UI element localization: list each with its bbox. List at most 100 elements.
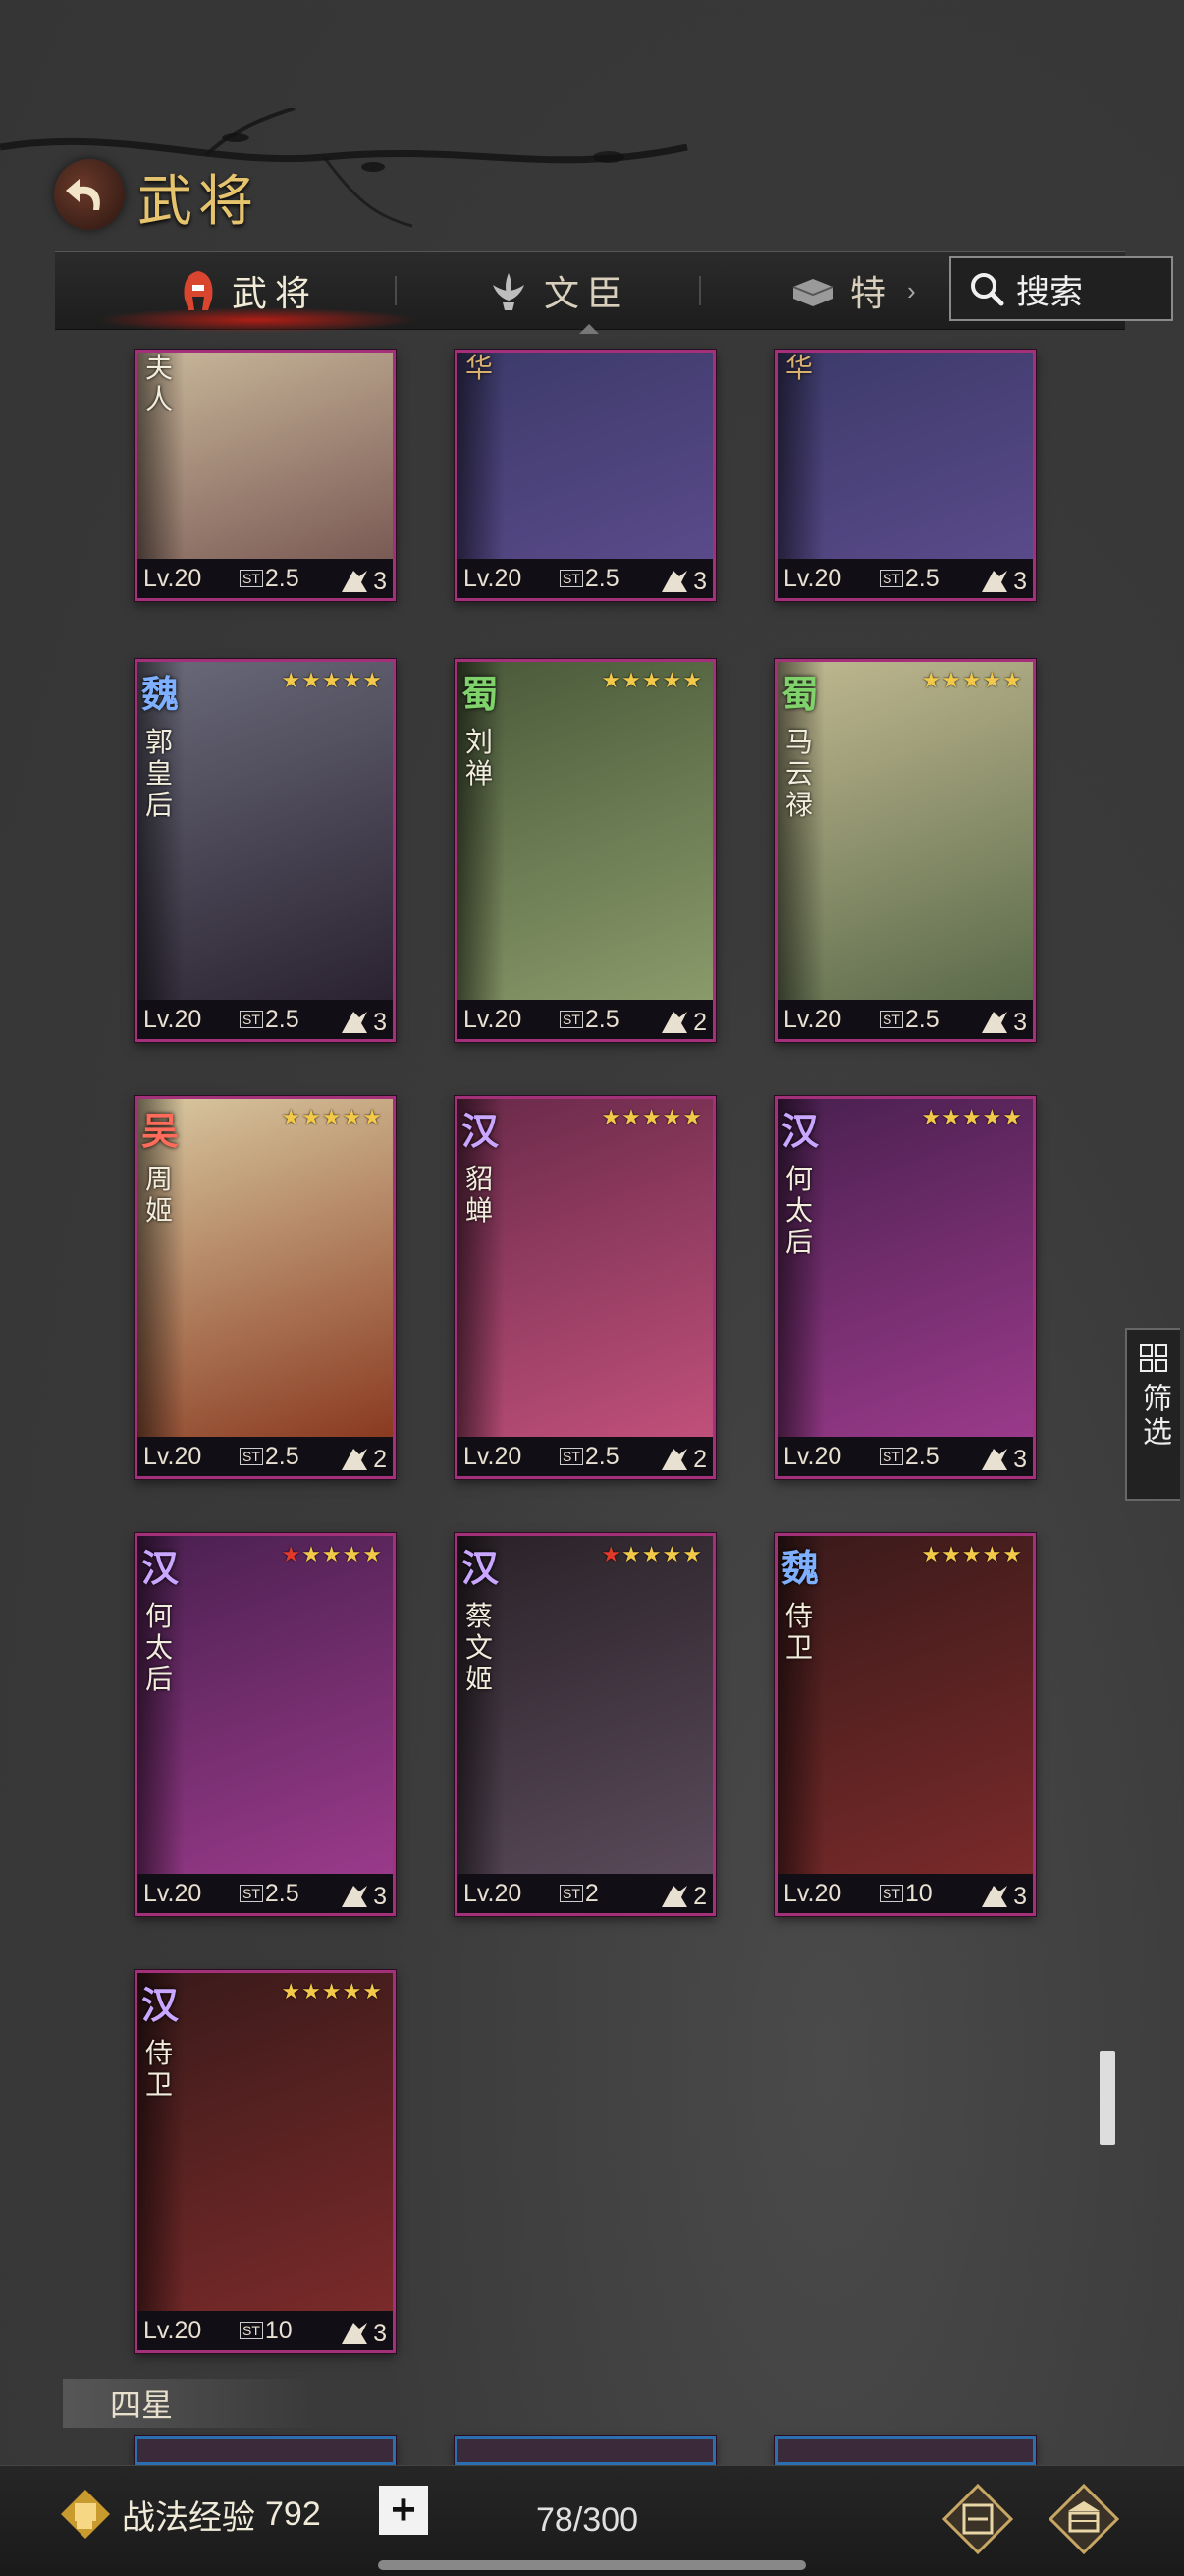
star-icon: ★ [301,668,322,692]
card-stats-bar: Lv.20 ST 2.5 3 [778,1000,1033,1039]
tab-label: 文臣 [544,273,631,313]
troop-count: 2 [693,1883,707,1910]
level-label: Lv.20 [783,1879,842,1907]
star-icon: ★ [281,1105,302,1129]
tactic-experience: 战法经验 792 [59,2488,321,2541]
general-card[interactable]: 蜀马云禄 ★★★★★ Lv.20 ST 2.5 3 [775,659,1036,1042]
faction-badge: 汉 [141,1546,180,1590]
star-icon: ★ [942,1105,962,1129]
general-name: 貂蝉 [465,1164,494,1226]
xp-value: 792 [265,2494,321,2533]
star-icon: ★ [362,1105,383,1129]
star-icon: ★ [961,1105,983,1129]
xp-label: 战法经验 [122,2498,255,2537]
star-icon: ★ [281,1979,302,2003]
general-card[interactable]: 蜀刘禅 ★★★★★ Lv.20 ST 2.5 2 [455,659,716,1042]
tab-generals[interactable]: 武将 [179,252,318,329]
faction-badge: 魏 [781,1546,820,1590]
general-card-peek[interactable] [775,2436,1036,2465]
troop-type-icon [342,571,368,592]
section-label: 四星 [110,2387,174,2423]
filter-button[interactable]: 筛选 [1125,1328,1180,1501]
troop-type-icon [342,1886,368,1907]
star-icon: ★ [982,1542,1003,1566]
tab-label: 特 [850,273,894,313]
cost-icon: ST [240,1885,263,1902]
star-icon: ★ [1002,668,1023,692]
chevron-right-icon[interactable]: › [907,276,916,306]
cost-icon: ST [240,570,263,587]
star-icon: ★ [301,1979,322,2003]
general-name: 马云禄 [785,727,814,820]
star-icon: ★ [301,1542,322,1566]
warehouse-icon[interactable] [1047,2482,1121,2556]
cost-icon: ST [240,1011,263,1028]
general-card[interactable]: 魏郭皇后 ★★★★★ Lv.20 ST 2.5 3 [135,659,396,1042]
star-icon: ★ [662,1542,683,1566]
faction-badge: 汉 [141,1983,180,2027]
general-card[interactable]: 华 Lv.20 ST 2.5 3 [775,350,1036,601]
cost-icon: ST [560,1448,583,1465]
star-icon: ★ [342,668,363,692]
star-icon: ★ [601,668,622,692]
troop-type: 3 [978,1882,1027,1911]
general-card[interactable]: 华 Lv.20 ST 2.5 3 [455,350,716,601]
card-stats-bar: Lv.20 ST 10 3 [778,1874,1033,1913]
search-icon [971,273,1004,306]
star-icon: ★ [961,1542,983,1566]
general-card[interactable]: 吴周姬 ★★★★★ Lv.20 ST 2.5 2 [135,1096,396,1479]
scrollbar-thumb[interactable] [1100,2051,1115,2145]
star-rating: ★★★★★ [281,1105,383,1130]
tab-ministers[interactable]: 文臣 [487,252,630,329]
card-stats-bar: Lv.20 ST 2.5 3 [137,1000,393,1039]
troop-type-icon [982,1886,1008,1907]
star-icon: ★ [921,1542,942,1566]
troop-type: 2 [658,1882,707,1911]
search-label: 搜索 [1016,273,1083,311]
star-rating: ★★★★★ [601,1542,703,1567]
star-rating: ★★★★★ [921,1105,1023,1130]
level-label: Lv.20 [143,1879,202,1907]
star-icon: ★ [621,1542,642,1566]
general-card[interactable]: 夫人 Lv.20 ST 2.5 3 [135,350,396,601]
back-arrow-icon [66,179,100,210]
faction-badge: 蜀 [781,672,820,716]
general-card[interactable]: 汉貂蝉 ★★★★★ Lv.20 ST 2.5 2 [455,1096,716,1479]
back-button[interactable] [54,159,125,230]
general-name: 何太后 [145,1601,174,1694]
star-icon: ★ [982,668,1003,692]
star-icon: ★ [362,1979,383,2003]
star-icon: ★ [961,668,983,692]
cost-number: 2.5 [584,1005,619,1033]
search-button[interactable]: 搜索 [949,256,1173,321]
cost-number: 2.5 [904,1442,940,1470]
troop-type: 3 [338,2319,387,2348]
star-icon: ★ [641,668,663,692]
level-label: Lv.20 [143,2316,202,2344]
star-rating: ★★★★★ [281,1542,383,1567]
general-card[interactable]: 魏侍卫 ★★★★★ Lv.20 ST 10 3 [775,1533,1036,1916]
add-xp-button[interactable]: + [379,2486,428,2535]
star-rating: ★★★★★ [601,1105,703,1130]
troop-count: 3 [373,1883,387,1910]
cost-icon: ST [880,570,903,587]
general-card[interactable]: 汉侍卫 ★★★★★ Lv.20 ST 10 3 [135,1970,396,2353]
card-swap-icon[interactable] [941,2482,1015,2556]
card-stats-bar: Lv.20 ST 2.5 3 [778,559,1033,598]
general-card-peek[interactable] [455,2436,716,2465]
troop-type-icon [982,1012,1008,1033]
star-rating: ★★★★★ [281,668,383,693]
general-card-peek[interactable] [135,2436,396,2465]
general-card[interactable]: 汉蔡文姬 ★★★★★ Lv.20 ST 2 2 [455,1533,716,1916]
tab-special[interactable]: 特 › [789,252,916,329]
level-label: Lv.20 [463,1442,522,1470]
section-header-four-star: 四星 [63,2379,318,2428]
general-name: 周姬 [145,1164,174,1226]
general-card[interactable]: 汉何太后 ★★★★★ Lv.20 ST 2.5 3 [775,1096,1036,1479]
tab-divider [699,276,701,305]
troop-type-icon [342,2323,368,2344]
star-icon: ★ [281,668,302,692]
card-stats-bar: Lv.20 ST 2.5 2 [457,1437,713,1476]
troop-type-icon [662,571,688,592]
general-card[interactable]: 汉何太后 ★★★★★ Lv.20 ST 2.5 3 [135,1533,396,1916]
